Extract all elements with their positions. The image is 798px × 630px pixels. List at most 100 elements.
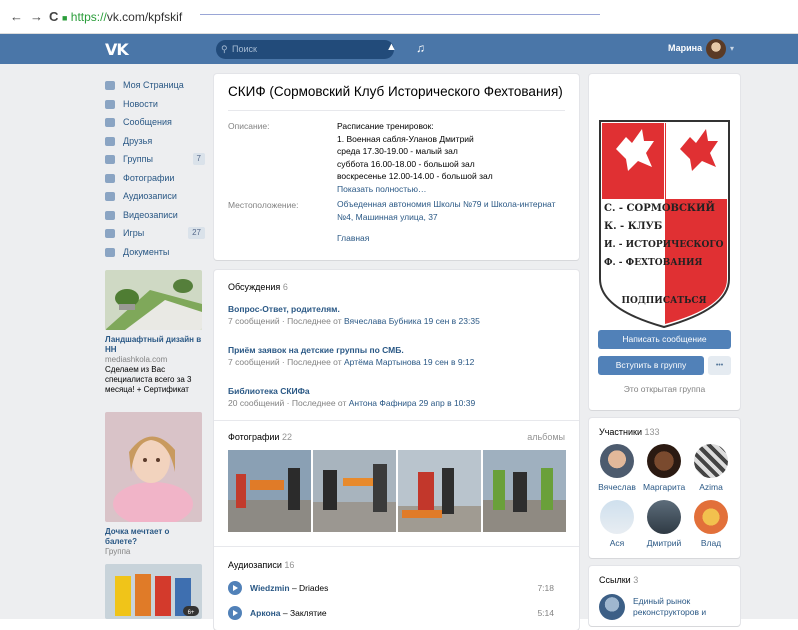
menu-label: Документы bbox=[123, 246, 170, 257]
page-title: СКИФ (Сормовский Клуб Исторического Фехт… bbox=[228, 84, 563, 99]
ad-image-girl bbox=[105, 412, 202, 526]
avatar[interactable] bbox=[706, 39, 726, 59]
write-message-button[interactable]: Написать сообщение bbox=[598, 330, 731, 349]
member-avatar bbox=[694, 500, 728, 534]
track-artist[interactable]: Аркона bbox=[250, 608, 281, 618]
albums-link[interactable]: альбомы bbox=[527, 432, 565, 442]
menu-item-messages[interactable]: Сообщения bbox=[105, 113, 205, 132]
menu-item-photos[interactable]: Фотографии bbox=[105, 169, 205, 188]
more-button[interactable]: ••• bbox=[708, 356, 731, 375]
member-item[interactable]: Azima bbox=[690, 444, 732, 492]
menu-item-news[interactable]: Новости bbox=[105, 95, 205, 114]
group-avatar-card: С. - СОРМОВСКИЙ К. - КЛУБ И. - ИСТОРИЧЕС… bbox=[589, 74, 740, 410]
menu-label: Группы bbox=[123, 154, 153, 164]
topic-last-author[interactable]: Антона Фафнира 29 апр в 10:39 bbox=[349, 398, 476, 408]
reload-icon[interactable]: C bbox=[49, 10, 58, 24]
description-line: Расписание тренировок: bbox=[337, 121, 434, 131]
show-more-link[interactable]: Показать полностью… bbox=[337, 183, 493, 196]
group-content-card: Обсуждения 6 Вопрос-Ответ, родителям. 7 … bbox=[214, 270, 579, 630]
description-line: воскресенье 12.00-14.00 - большой зал bbox=[337, 171, 493, 181]
page-body: Моя Страница Новости Сообщения Друзья Гр… bbox=[0, 64, 798, 630]
location-link[interactable]: Объеденная автономия Школы №79 и Школа-и… bbox=[337, 198, 555, 223]
document-icon bbox=[105, 247, 115, 257]
topic-meta: 20 сообщений · Последнее от bbox=[228, 398, 349, 408]
menu-item-video[interactable]: Видеозаписи bbox=[105, 206, 205, 225]
search-placeholder: Поиск bbox=[232, 44, 257, 54]
section-count: 16 bbox=[284, 560, 295, 570]
menu-item-documents[interactable]: Документы bbox=[105, 243, 205, 262]
discussion-topic[interactable]: Библиотека СКИФа 20 сообщений · Последне… bbox=[228, 385, 475, 409]
main-tab-link[interactable]: Главная bbox=[337, 232, 369, 245]
description-line: 1. Военная сабля-Уланов Дмитрий bbox=[337, 133, 474, 144]
audio-track[interactable]: Wiedzmin – Driades 7:18 bbox=[228, 580, 554, 596]
menu-item-friends[interactable]: Друзья bbox=[105, 132, 205, 151]
photo-thumbnail[interactable] bbox=[228, 450, 311, 532]
user-name[interactable]: Марина bbox=[668, 43, 702, 53]
menu-item-games[interactable]: Игры 27 bbox=[105, 224, 205, 243]
discussion-topic[interactable]: Вопрос-Ответ, родителям. 7 сообщений · П… bbox=[228, 303, 480, 327]
music-icon[interactable]: ♫ bbox=[416, 41, 425, 55]
track-title: Driades bbox=[299, 583, 329, 593]
menu-label: Аудиозаписи bbox=[123, 191, 177, 201]
track-duration: 7:18 bbox=[537, 583, 554, 593]
section-title: Фотографии bbox=[228, 432, 280, 442]
play-icon[interactable] bbox=[228, 606, 242, 620]
ad-ballet[interactable]: Дочка мечтает о балете? Группа bbox=[105, 412, 202, 557]
link-avatar[interactable] bbox=[599, 594, 625, 620]
photos-header[interactable]: Фотографии 22 bbox=[228, 432, 292, 442]
ad-title: Ландшафтный дизайн в НН bbox=[105, 335, 202, 354]
ad-lego[interactable]: 6+ bbox=[105, 564, 202, 621]
divider bbox=[214, 546, 579, 547]
audio-header[interactable]: Аудиозаписи 16 bbox=[228, 560, 294, 570]
divider bbox=[228, 110, 565, 111]
member-avatar bbox=[600, 500, 634, 534]
address-bar[interactable]: ■ https://vk.com/kpfskif bbox=[62, 7, 192, 27]
member-item[interactable]: Вячеслав bbox=[596, 444, 638, 492]
track-artist[interactable]: Wiedzmin bbox=[250, 583, 290, 593]
section-title: Участники bbox=[599, 427, 642, 437]
vk-logo[interactable]: VK bbox=[105, 40, 129, 59]
ad-text: Сделаем из Вас специалиста всего за 3 ме… bbox=[105, 365, 192, 394]
links-card: Ссылки 3 Единый рынок реконструкторов и bbox=[589, 566, 740, 626]
discussions-header[interactable]: Обсуждения 6 bbox=[228, 282, 288, 292]
member-name: Маргарита bbox=[643, 482, 686, 492]
menu-item-groups[interactable]: Группы 7 bbox=[105, 150, 205, 169]
menu-count-badge: 27 bbox=[188, 227, 205, 239]
left-menu: Моя Страница Новости Сообщения Друзья Гр… bbox=[105, 76, 205, 261]
lock-icon: ■ bbox=[62, 13, 68, 23]
member-item[interactable]: Маргарита bbox=[643, 444, 685, 492]
topic-title: Приём заявок на детские группы по СМБ. bbox=[228, 345, 404, 355]
discussion-topic[interactable]: Приём заявок на детские группы по СМБ. 7… bbox=[228, 344, 474, 368]
chevron-down-icon[interactable]: ▾ bbox=[730, 44, 734, 53]
menu-item-audio[interactable]: Аудиозаписи bbox=[105, 187, 205, 206]
links-header[interactable]: Ссылки 3 bbox=[599, 575, 638, 585]
photo-thumbnail[interactable] bbox=[483, 450, 566, 532]
topic-last-author[interactable]: Вячеслава Бубника 19 сен в 23:35 bbox=[344, 316, 480, 326]
photo-thumbnail[interactable] bbox=[313, 450, 396, 532]
search-input[interactable]: ⚲ Поиск bbox=[216, 40, 394, 59]
join-group-button[interactable]: Вступить в группу bbox=[598, 356, 704, 375]
back-icon[interactable]: ← bbox=[10, 10, 23, 24]
topic-last-author[interactable]: Артёма Мартынова 19 сен в 9:12 bbox=[344, 357, 474, 367]
group-emblem[interactable]: С. - СОРМОВСКИЙ К. - КЛУБ И. - ИСТОРИЧЕС… bbox=[598, 119, 731, 329]
play-icon[interactable] bbox=[228, 581, 242, 595]
menu-item-my-page[interactable]: Моя Страница bbox=[105, 76, 205, 95]
video-icon bbox=[105, 210, 115, 220]
link-title[interactable]: Единый рынок реконструкторов и bbox=[633, 596, 706, 618]
menu-label: Моя Страница bbox=[123, 80, 184, 90]
search-icon: ⚲ bbox=[221, 44, 228, 54]
ad-landscape-design[interactable]: Ландшафтный дизайн в НН mediashkola.com … bbox=[105, 270, 202, 395]
track-separator: – bbox=[289, 583, 300, 593]
location-line: Объеденная автономия Школы №79 и Школа-и… bbox=[337, 199, 556, 209]
photo-thumbnail[interactable] bbox=[398, 450, 481, 532]
ad-image-toys: 6+ bbox=[105, 564, 202, 619]
bell-icon[interactable]: ▲ bbox=[386, 41, 397, 53]
forward-icon[interactable]: → bbox=[30, 10, 43, 24]
members-header[interactable]: Участники 133 bbox=[599, 427, 660, 437]
member-item[interactable]: Ася bbox=[596, 500, 638, 548]
section-count: 22 bbox=[281, 432, 292, 442]
member-item[interactable]: Дмитрий bbox=[643, 500, 685, 548]
divider bbox=[214, 420, 579, 421]
member-item[interactable]: Влад bbox=[690, 500, 732, 548]
site-header: VK ⚲ Поиск ▲ ♫ Марина ▾ bbox=[0, 34, 798, 64]
